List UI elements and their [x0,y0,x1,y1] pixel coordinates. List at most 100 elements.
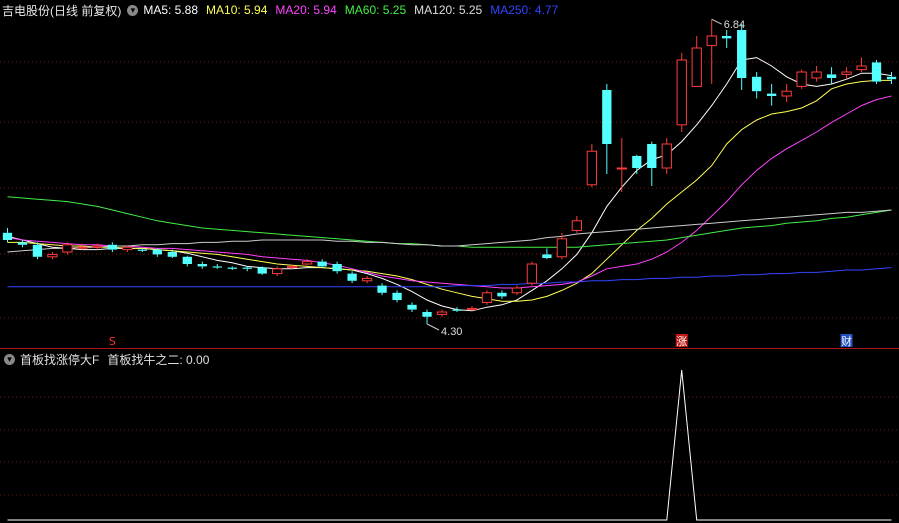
candle [197,261,207,269]
candle-body-down [766,93,777,96]
candle-body-down [197,264,207,267]
candle [886,72,897,84]
candle-body-up [436,311,448,315]
candle-body-down [452,309,462,311]
candle-body-down [871,62,882,82]
candle-body-up [856,65,867,71]
candle [392,290,402,303]
candle [691,36,702,87]
indicator-plot [7,369,892,521]
ma60-line [7,196,892,248]
annotation-pointer [711,18,722,25]
candle-body-up [571,220,583,231]
marker-label: 财 [841,334,852,348]
candle-body-up [526,263,538,284]
candle-body-down [32,244,43,257]
candle [227,266,237,270]
candle-body-down [317,261,327,267]
candle [122,246,133,252]
candle [602,84,612,174]
candle [526,261,538,286]
candle [332,261,342,274]
candle [47,252,58,260]
candle-body-down [722,36,732,39]
candle [422,309,432,324]
stock-chart[interactable]: 6.84 4.30 S 涨 财 [0,0,899,523]
candle [466,306,478,311]
candle [317,259,327,268]
candle-body-down [182,256,192,264]
candle-body-up [586,150,597,186]
candle-body-up [556,238,568,258]
marker-label: S [109,335,116,348]
candle-body-up [796,71,807,87]
indicator-line [7,369,892,521]
candle [542,248,552,260]
candle [856,57,867,72]
low-price-label: 4.30 [441,326,462,338]
candle [706,19,717,84]
candle-body-down [377,285,387,293]
candle-body-down [392,292,402,300]
candle [497,290,507,299]
candle-body-down [497,292,507,297]
candle-body-down [737,30,747,78]
candle-body-up [47,253,58,258]
candle-body-up [661,143,672,169]
candle [737,24,747,90]
candle [32,242,43,260]
candle [152,248,162,257]
high-price-label: 6.84 [724,19,745,31]
candle-body-up [77,246,88,249]
candle-body-down [2,232,13,240]
candle-body-down [242,267,252,269]
candle-body-down [152,249,162,255]
candle-body-down [167,252,177,257]
candle-body-down [602,90,612,144]
ma10-line [7,79,892,302]
candle [107,242,118,252]
candle-body-up [811,71,822,79]
moving-average-lines [7,57,892,312]
candle-body-down [347,273,357,281]
candle-body-down [886,76,897,80]
candle [722,30,732,48]
candle-body-down [17,242,28,245]
candle-body-up [481,292,493,303]
candle-body-down [542,254,552,258]
candle-body-up [302,261,313,265]
candle-body-up [361,277,373,282]
candle [212,264,222,269]
candle [377,283,387,296]
candle [676,52,687,132]
candle-body-up [62,244,73,253]
candle-body-down [227,267,237,269]
candle [632,154,642,174]
candle-body-up [122,246,133,251]
candle [586,144,597,188]
candle [752,72,762,99]
marker-s: S [109,335,116,348]
candle [2,228,13,243]
candle-body-up [706,35,717,47]
marker-zhang: 涨 [675,334,688,348]
candle [826,67,837,84]
marker-cai: 财 [840,334,853,348]
candle-body-up [676,59,687,126]
candle [481,290,493,305]
ma5-line [7,57,892,312]
candle [571,216,583,233]
annotation-pointer [426,323,440,331]
candle-body-up [616,167,627,170]
candle [257,266,267,275]
candle-body-down [422,312,432,317]
candle [796,69,807,89]
candle-body-down [212,266,222,268]
candle [647,141,657,186]
candle-body-down [647,144,657,168]
candle [436,309,448,317]
marker-label: 涨 [676,335,687,348]
annotation: 6.84 [711,18,745,31]
candle-body-up [92,245,103,248]
event-markers: S涨财 [109,334,853,348]
